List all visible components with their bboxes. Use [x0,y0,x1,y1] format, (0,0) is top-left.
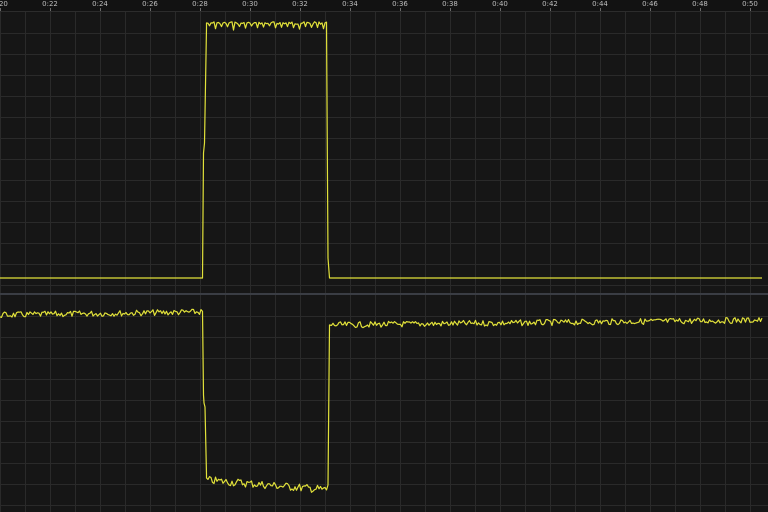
waveform-viewer: 0:200:220:240:260:280:300:320:340:360:38… [0,0,768,512]
tick-mark [700,8,701,11]
upper-waveform-line [0,21,762,279]
tick-mark [0,8,1,11]
tick-label: 0:20 [0,0,8,8]
grid [0,295,768,512]
tick-mark [200,8,201,11]
track-lower[interactable] [0,295,768,512]
time-ruler[interactable]: 0:200:220:240:260:280:300:320:340:360:38… [0,0,768,12]
tick-mark [250,8,251,11]
tick-mark [650,8,651,11]
tick-mark [50,8,51,11]
tick-mark [300,8,301,11]
track-lower-waveform [0,295,768,512]
track-upper[interactable] [0,12,768,293]
tick-mark [400,8,401,11]
grid [0,12,768,293]
tick-mark [450,8,451,11]
tick-mark [350,8,351,11]
tick-mark [600,8,601,11]
tick-mark [750,8,751,11]
tick-mark [150,8,151,11]
tick-mark [100,8,101,11]
tick-mark [550,8,551,11]
tick-mark [500,8,501,11]
track-upper-waveform [0,12,768,293]
